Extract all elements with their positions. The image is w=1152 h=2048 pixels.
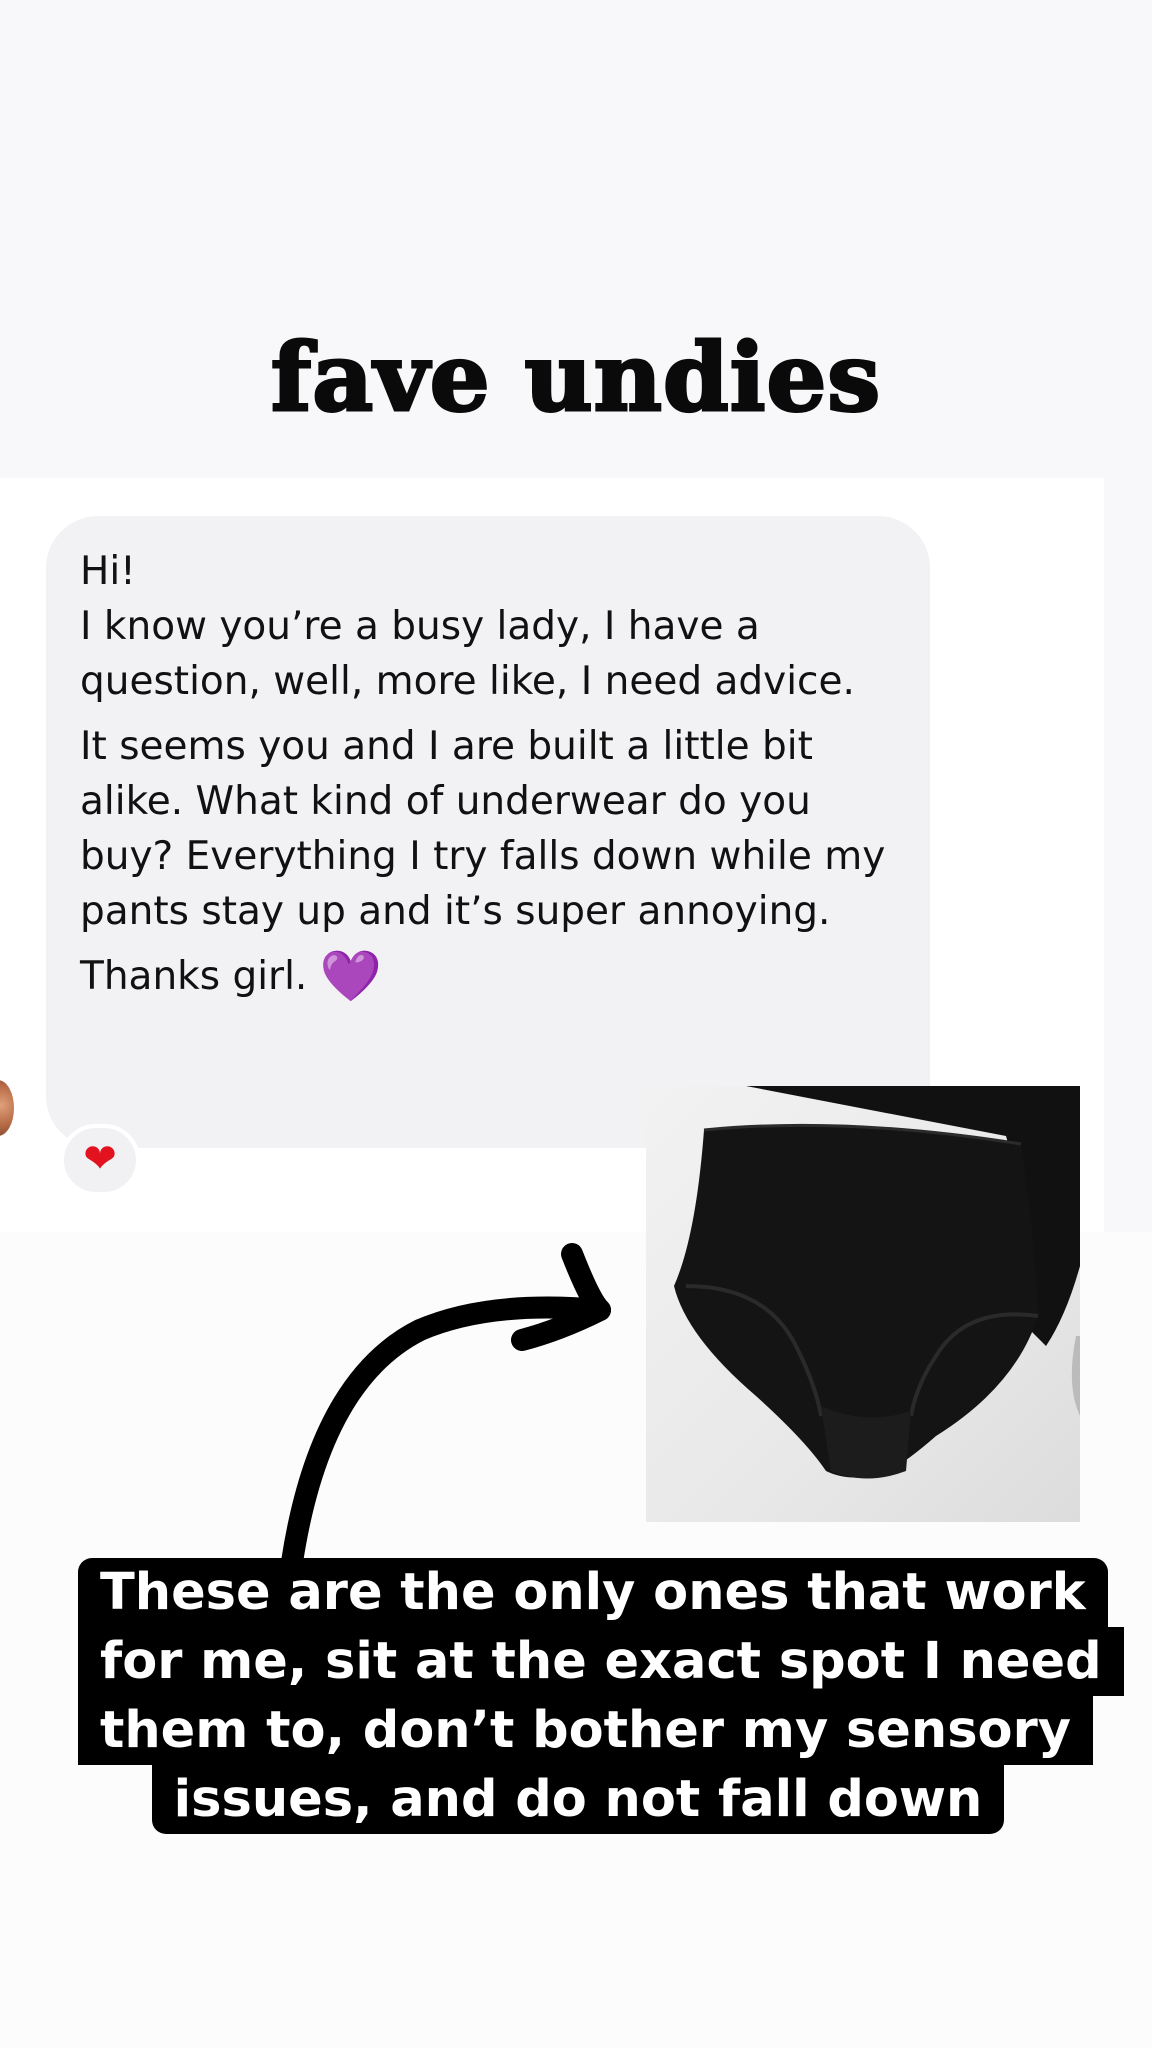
arrow-shaft xyxy=(281,1296,611,1570)
caption-line: These are the only ones that work xyxy=(78,1558,1108,1627)
message-closing-text: Thanks girl. xyxy=(80,954,308,999)
message-line: pants stay up and it’s super annoying. xyxy=(80,889,831,934)
message-line: It seems you and I are built a little bi… xyxy=(80,724,813,769)
purple-heart-icon: 💜 xyxy=(319,947,382,1005)
message-line-closing: Thanks girl. 💜 xyxy=(80,949,896,1004)
curved-arrow-icon xyxy=(281,1243,611,1570)
message-line: question, well, more like, I need advice… xyxy=(80,659,855,704)
caption-line: them to, don’t bother my sensory xyxy=(78,1696,1093,1765)
story-title: fave undies xyxy=(269,322,882,435)
message-reaction[interactable]: ❤ xyxy=(60,1124,140,1196)
message-gap xyxy=(80,709,896,719)
story-caption: These are the only ones that work for me… xyxy=(78,1558,1124,1834)
message-bubble: Hi! I know you’re a busy lady, I have a … xyxy=(46,516,930,1148)
caption-line: issues, and do not fall down xyxy=(151,1765,1005,1834)
message-line: alike. What kind of underwear do you xyxy=(80,779,811,824)
black-briefs-image xyxy=(674,1086,1080,1479)
message-line: I know you’re a busy lady, I have a xyxy=(80,604,760,649)
red-heart-icon: ❤ xyxy=(83,1137,117,1181)
message-line: Hi! xyxy=(80,549,136,594)
message-line: buy? Everything I try falls down while m… xyxy=(80,834,886,879)
product-photo xyxy=(646,1086,1080,1522)
caption-line: for me, sit at the exact spot I need xyxy=(78,1627,1124,1696)
message-gap xyxy=(80,939,896,949)
